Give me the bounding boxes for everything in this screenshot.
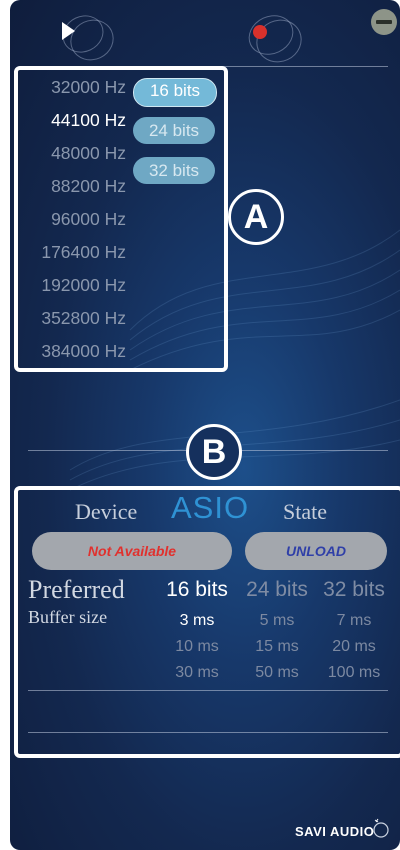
sample-rate-option[interactable]: 176400 Hz [18,242,126,263]
sample-rate-option[interactable]: 96000 Hz [18,209,126,230]
bit-depth-option[interactable]: 24 bits [133,117,215,144]
sample-rate-option[interactable]: 48000 Hz [18,143,126,164]
buffer-header-16-bits[interactable]: 16 bits [157,578,237,602]
brand-logo: SAVI AUDIO [295,824,375,839]
buffer-option[interactable]: 30 ms [157,664,237,682]
minimize-icon[interactable] [371,9,397,35]
sample-rate-section-box: 32000 Hz 44100 Hz 48000 Hz 88200 Hz 9600… [14,66,228,372]
buffer-header-24-bits[interactable]: 24 bits [237,578,317,602]
buffer-option[interactable]: 7 ms [314,612,394,630]
play-icon[interactable] [62,22,75,40]
buffer-option-selected[interactable]: 3 ms [157,612,237,630]
buffer-header-32-bits[interactable]: 32 bits [314,578,394,602]
sample-rate-option[interactable]: 384000 Hz [18,341,126,362]
marker-b: B [186,424,242,480]
buffer-size-label: Buffer size [28,607,108,627]
device-label: Device [75,499,138,524]
sample-rate-option-selected[interactable]: 44100 Hz [18,110,126,131]
sample-rate-option[interactable]: 32000 Hz [18,77,126,98]
asio-label: ASIO [171,490,250,525]
buffer-option[interactable]: 20 ms [314,638,394,656]
buffer-option[interactable]: 10 ms [157,638,237,656]
buffer-option[interactable]: 15 ms [237,638,317,656]
unload-button[interactable]: UNLOAD [245,532,387,570]
marker-a: A [228,189,284,245]
bit-depth-option[interactable]: 32 bits [133,157,215,184]
app-panel: 32000 Hz 44100 Hz 48000 Hz 88200 Hz 9600… [10,0,400,850]
buffer-option[interactable]: 50 ms [237,664,317,682]
preferred-label: Preferred [28,575,125,604]
sample-rate-option[interactable]: 352800 Hz [18,308,126,329]
buffer-option[interactable]: 5 ms [237,612,317,630]
brand-swirl-icon [373,818,389,838]
state-label: State [283,499,327,524]
divider [28,732,388,733]
divider [28,690,388,691]
device-status-button[interactable]: Not Available [32,532,232,570]
sample-rate-option[interactable]: 88200 Hz [18,176,126,197]
record-icon[interactable] [253,25,267,39]
bit-depth-option-selected[interactable]: 16 bits [133,78,217,107]
sample-rate-option[interactable]: 192000 Hz [18,275,126,296]
buffer-option[interactable]: 100 ms [314,664,394,682]
